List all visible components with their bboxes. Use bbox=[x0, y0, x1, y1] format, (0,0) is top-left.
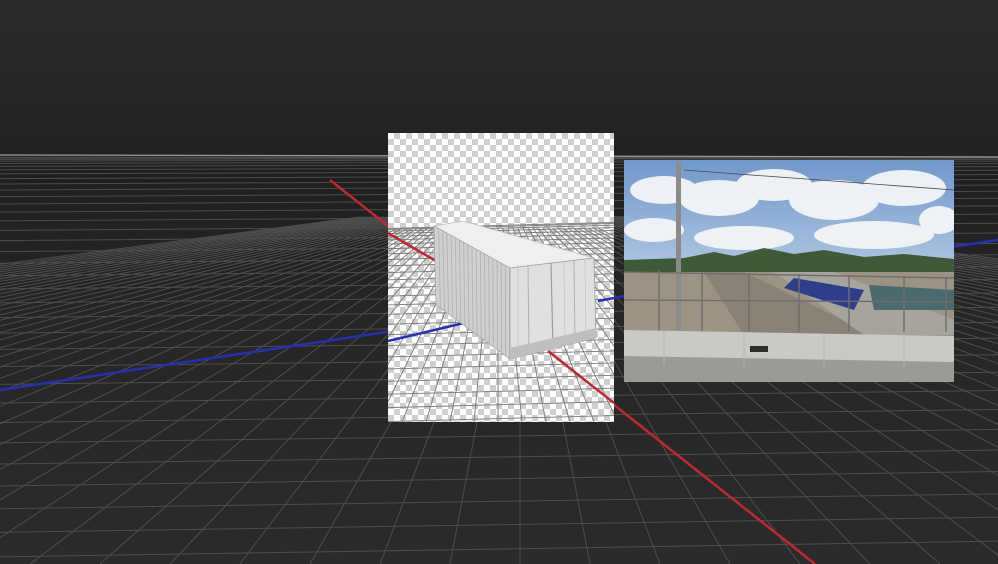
photo-utility-pole bbox=[676, 162, 681, 330]
reference-photo-panel[interactable] bbox=[624, 160, 954, 382]
photo-sign-plate bbox=[750, 346, 768, 352]
shipping-container-model bbox=[432, 220, 597, 360]
render-preview-panel[interactable] bbox=[388, 133, 614, 422]
render-preview bbox=[388, 220, 614, 422]
reference-photo bbox=[624, 160, 954, 382]
3d-viewport[interactable] bbox=[0, 0, 998, 564]
render-z-axis-right bbox=[597, 296, 614, 303]
